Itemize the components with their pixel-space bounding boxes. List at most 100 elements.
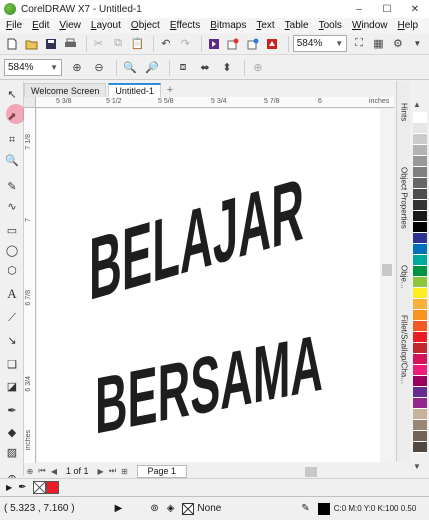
docker-tab-fillet-scallop[interactable]: Fillet/Scallop/Cha... [398,315,410,384]
new-document-icon[interactable] [4,35,19,53]
palette-swatch[interactable] [413,266,427,277]
palette-swatch[interactable] [413,244,427,255]
menu-view[interactable]: View [59,20,81,31]
docker-tab-hints[interactable]: Hints [398,103,410,121]
palette-swatch[interactable] [413,420,427,431]
artwork-line-bersama[interactable]: BERSAMA [95,318,323,451]
document-color-swatch[interactable] [45,481,59,494]
palette-swatch[interactable] [413,112,427,123]
add-icon[interactable]: ⊕ [249,59,267,77]
palette-swatch[interactable] [413,376,427,387]
dropdown-arrow-icon[interactable]: ▼ [410,35,425,53]
parallel-dimension-tool-icon[interactable]: ⟋ [3,309,21,327]
menu-layout[interactable]: Layout [91,20,121,31]
palette-swatch[interactable] [413,167,427,178]
connector-tool-icon[interactable]: ↘ [3,331,21,349]
tab-welcome-screen[interactable]: Welcome Screen [24,83,107,97]
eyedropper-icon[interactable]: ✒ [18,482,26,493]
add-page-icon[interactable]: ⊕ [24,467,36,476]
zoom-tool-icon[interactable]: 🔍 [3,151,21,169]
copy-icon[interactable]: ⧉ [110,35,125,53]
palette-swatch[interactable] [413,431,427,442]
palette-swatch[interactable] [413,200,427,211]
vertical-scrollbar[interactable] [380,109,394,462]
undo-icon[interactable]: ↶ [158,35,173,53]
palette-swatch[interactable] [413,233,427,244]
palette-swatch[interactable] [413,156,427,167]
publish-pdf-icon[interactable] [264,35,279,53]
no-color-swatch[interactable] [32,481,46,494]
menu-window[interactable]: Window [352,20,388,31]
freehand-tool-icon[interactable]: ✎ [3,177,21,195]
add-page-after-icon[interactable]: ⊞ [119,467,131,476]
options-gear-icon[interactable]: ⚙ [390,35,405,53]
menu-file[interactable]: File [6,20,22,31]
zoom-level-select[interactable]: 584% ▼ [292,35,348,52]
full-screen-preview-icon[interactable]: ⛶ [351,35,366,53]
page-tab-1[interactable]: Page 1 [136,464,188,478]
horizontal-scroll-thumb[interactable] [305,467,317,477]
print-icon[interactable] [62,35,77,53]
import-icon[interactable] [225,35,240,53]
docker-tab-object-manager[interactable]: Obje... [398,265,410,289]
zoom-page-height-icon[interactable]: ⬍ [218,59,236,77]
palette-swatch[interactable] [413,222,427,233]
fill-bucket-icon[interactable]: ◈ [167,503,175,514]
palette-swatch[interactable] [413,409,427,420]
first-page-icon[interactable]: ⏮ [36,466,48,476]
zoom-all-objects-icon[interactable]: 🔎 [143,59,161,77]
smart-fill-tool-icon[interactable]: ▨ [3,443,21,461]
save-icon[interactable] [43,35,58,53]
zoom-page-width-icon[interactable]: ⬌ [196,59,214,77]
export-icon[interactable] [245,35,260,53]
menu-tools[interactable]: Tools [319,20,342,31]
crop-tool-icon[interactable]: ⌗ [3,131,21,149]
vertical-ruler[interactable]: 7 1/8 7 6 7/8 6 3/4 inches [24,108,36,463]
palette-swatch[interactable] [413,134,427,145]
palette-swatch[interactable] [413,123,427,134]
minimize-button[interactable]: – [345,0,373,18]
add-tab-icon[interactable]: + [163,83,177,97]
menu-table[interactable]: Table [285,20,309,31]
redo-icon[interactable]: ↷ [178,35,193,53]
zoom-in-icon[interactable]: ⊕ [68,59,86,77]
palette-swatch[interactable] [413,145,427,156]
zoom-page-icon[interactable]: ⧈ [174,59,192,77]
paste-icon[interactable]: 📋 [130,35,145,53]
cut-icon[interactable]: ✂ [91,35,106,53]
palette-swatch[interactable] [413,288,427,299]
palette-swatch[interactable] [413,277,427,288]
close-button[interactable]: ✕ [401,0,429,18]
palette-swatch[interactable] [413,299,427,310]
palette-swatch[interactable] [413,178,427,189]
pick-tool-icon[interactable]: ↖ [3,85,21,103]
palette-swatch[interactable] [413,310,427,321]
palette-swatch[interactable] [413,321,427,332]
menu-object[interactable]: Object [131,20,160,31]
ruler-origin[interactable] [24,97,36,108]
ellipse-tool-icon[interactable]: ◯ [3,241,21,259]
last-page-icon[interactable]: ⏭ [107,466,119,476]
palette-swatch[interactable] [413,387,427,398]
palette-scroll-up-icon[interactable]: ▲ [413,100,421,109]
text-tool-icon[interactable]: A [3,285,21,303]
artistic-media-tool-icon[interactable]: ∿ [3,197,21,215]
palette-swatch[interactable] [413,354,427,365]
horizontal-ruler[interactable]: 5 3/8 5 1/2 5 5/8 5 3/4 5 7/8 6 inches [36,97,394,108]
navigation-play-icon[interactable]: ▶ [115,503,123,514]
play-icon[interactable]: ▶ [6,483,12,492]
palette-scroll-down-icon[interactable]: ▼ [413,462,421,471]
menu-effects[interactable]: Effects [170,20,200,31]
menu-bitmaps[interactable]: Bitmaps [210,20,246,31]
artwork-line-belajar[interactable]: BELAJAR [89,160,304,320]
transparency-tool-icon[interactable]: ◪ [3,377,21,395]
palette-swatch[interactable] [413,189,427,200]
vertical-scroll-thumb[interactable] [382,264,392,276]
open-folder-icon[interactable] [23,35,38,53]
drop-shadow-tool-icon[interactable]: ❑ [3,355,21,373]
polygon-tool-icon[interactable]: ⬡ [3,261,21,279]
palette-swatch[interactable] [413,332,427,343]
menu-edit[interactable]: Edit [32,20,49,31]
palette-swatch[interactable] [413,343,427,354]
zoom-selected-icon[interactable]: 🔍 [121,59,139,77]
